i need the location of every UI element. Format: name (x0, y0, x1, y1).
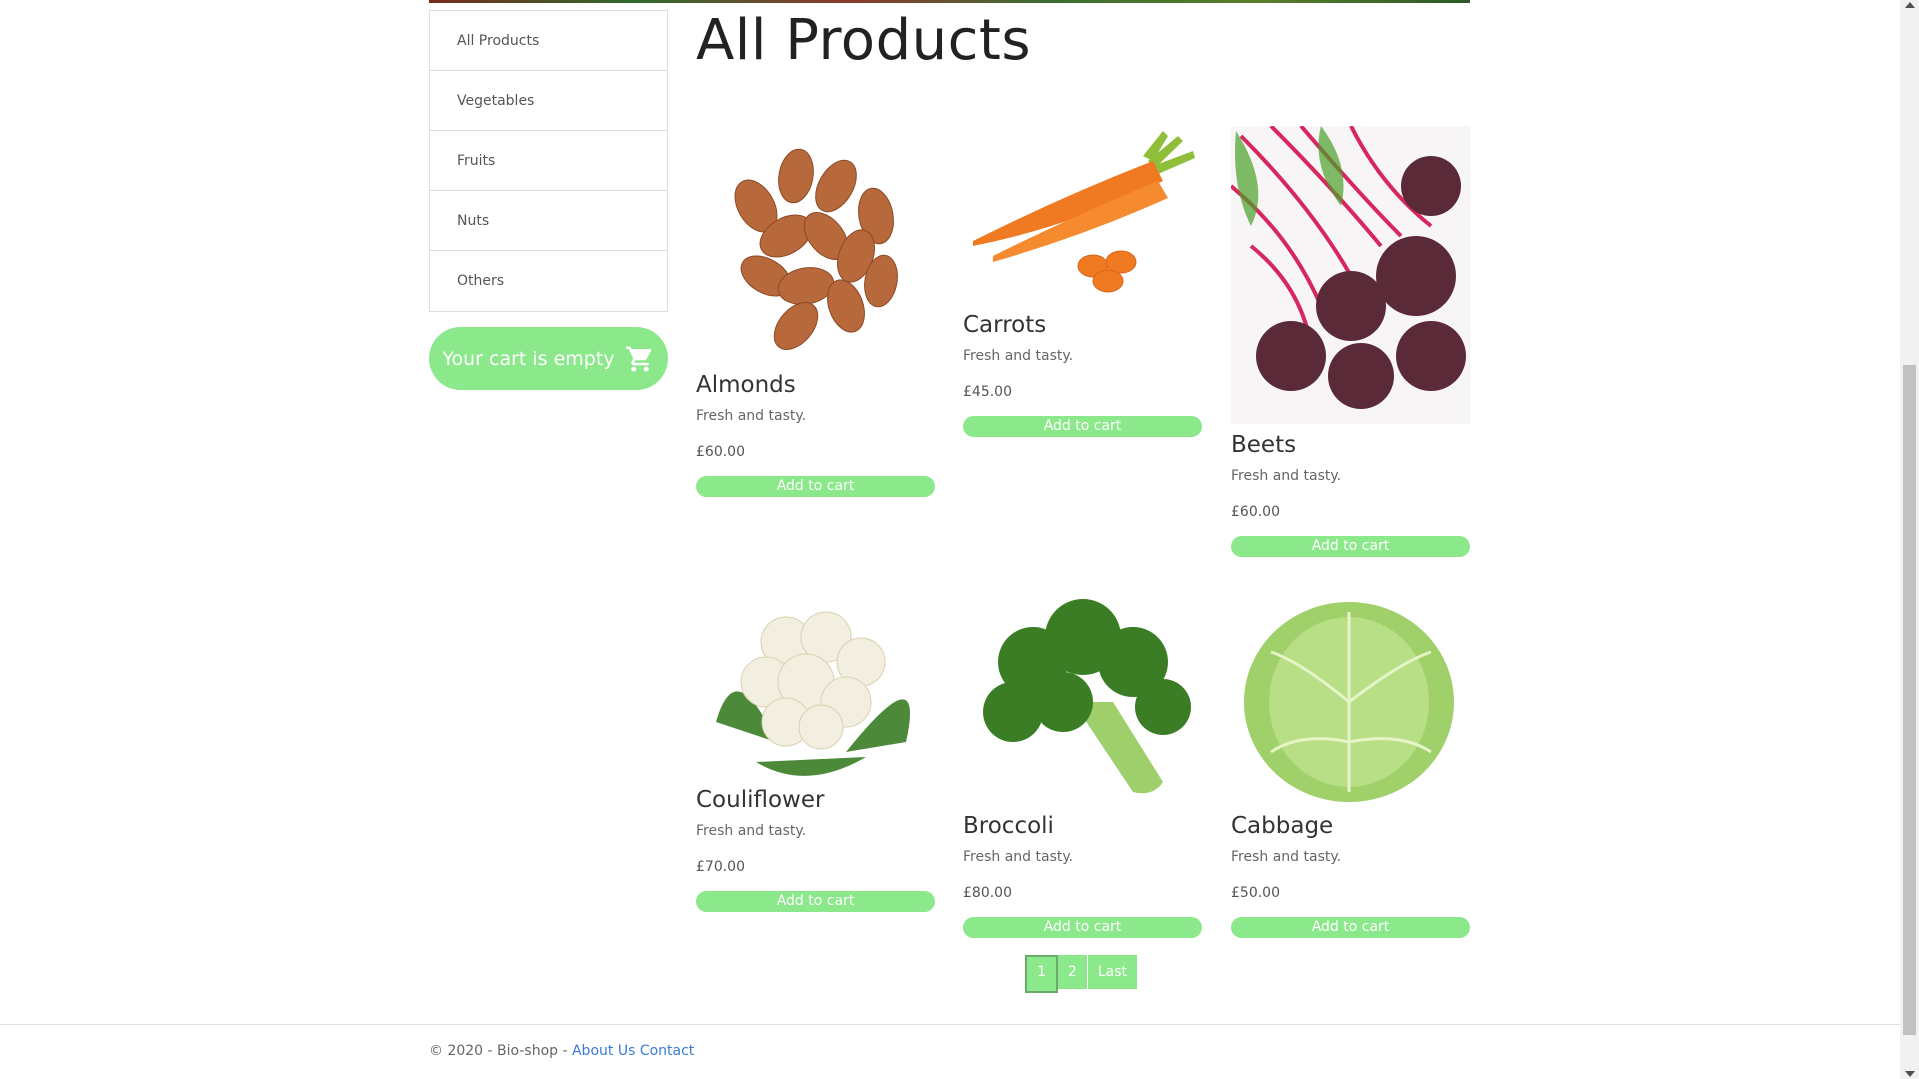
category-nuts[interactable]: Nuts (430, 191, 667, 251)
product-name[interactable]: Cabbage (1231, 813, 1470, 839)
shopping-cart-icon (625, 346, 651, 371)
product-card: Cabbage Fresh and tasty. £50.00 Add to c… (1231, 592, 1470, 938)
product-price: £50.00 (1231, 885, 1280, 901)
about-us-link[interactable]: About Us (572, 1043, 635, 1059)
product-name[interactable]: Beets (1231, 432, 1470, 458)
product-name[interactable]: Broccoli (963, 813, 1202, 839)
product-price: £80.00 (963, 885, 1012, 901)
product-card: Beets Fresh and tasty. £60.00 Add to car… (1231, 126, 1470, 557)
product-description: Fresh and tasty. (963, 348, 1074, 364)
page-title: All Products (696, 8, 1032, 73)
product-price: £60.00 (1231, 504, 1280, 520)
product-name[interactable]: Carrots (963, 312, 1202, 338)
add-to-cart-button[interactable]: Add to cart (696, 891, 935, 912)
scroll-up-icon[interactable] (1905, 2, 1915, 8)
footer-divider (0, 1024, 1900, 1025)
top-banner-image (429, 0, 1470, 3)
product-name[interactable]: Almonds (696, 372, 935, 398)
add-to-cart-button[interactable]: Add to cart (1231, 536, 1470, 557)
product-description: Fresh and tasty. (696, 408, 807, 424)
category-fruits[interactable]: Fruits (430, 131, 667, 191)
product-card: Broccoli Fresh and tasty. £80.00 Add to … (963, 592, 1202, 938)
product-price: £70.00 (696, 859, 745, 875)
sidebar: All Products Vegetables Fruits Nuts Othe… (429, 10, 668, 390)
footer-copyright: © 2020 - Bio-shop - (429, 1043, 572, 1059)
footer: © 2020 - Bio-shop - About Us Contact (429, 1043, 694, 1059)
add-to-cart-button[interactable]: Add to cart (963, 416, 1202, 437)
almonds-image[interactable] (696, 126, 935, 364)
beets-image[interactable] (1231, 126, 1470, 424)
scrollbar-thumb[interactable] (1903, 365, 1916, 1035)
add-to-cart-button[interactable]: Add to cart (1231, 917, 1470, 938)
contact-link[interactable]: Contact (640, 1043, 694, 1059)
broccoli-image[interactable] (963, 592, 1202, 805)
cabbage-image[interactable] (1231, 592, 1470, 805)
couliflower-image[interactable] (696, 592, 935, 779)
product-card: Almonds Fresh and tasty. £60.00 Add to c… (696, 126, 935, 497)
page-1-button[interactable]: 1 (1025, 955, 1058, 993)
product-price: £45.00 (963, 384, 1012, 400)
pagination: 1 2 Last (1025, 955, 1139, 993)
product-description: Fresh and tasty. (696, 823, 807, 839)
category-list: All Products Vegetables Fruits Nuts Othe… (429, 10, 668, 312)
product-card: Couliflower Fresh and tasty. £70.00 Add … (696, 592, 935, 912)
product-name[interactable]: Couliflower (696, 787, 935, 813)
product-description: Fresh and tasty. (963, 849, 1074, 865)
product-card: Carrots Fresh and tasty. £45.00 Add to c… (963, 126, 1202, 437)
page-last-button[interactable]: Last (1087, 955, 1139, 989)
category-all-products[interactable]: All Products (430, 11, 667, 71)
category-vegetables[interactable]: Vegetables (430, 71, 667, 131)
cart-button[interactable]: Your cart is empty (429, 327, 668, 390)
category-others[interactable]: Others (430, 251, 667, 311)
cart-label: Your cart is empty (442, 347, 615, 370)
page-2-button[interactable]: 2 (1057, 955, 1088, 989)
scroll-down-icon[interactable] (1905, 1071, 1915, 1077)
add-to-cart-button[interactable]: Add to cart (963, 917, 1202, 938)
product-description: Fresh and tasty. (1231, 468, 1342, 484)
carrots-image[interactable] (963, 126, 1202, 304)
product-description: Fresh and tasty. (1231, 849, 1342, 865)
add-to-cart-button[interactable]: Add to cart (696, 476, 935, 497)
product-price: £60.00 (696, 444, 745, 460)
scrollbar[interactable] (1900, 0, 1919, 1079)
